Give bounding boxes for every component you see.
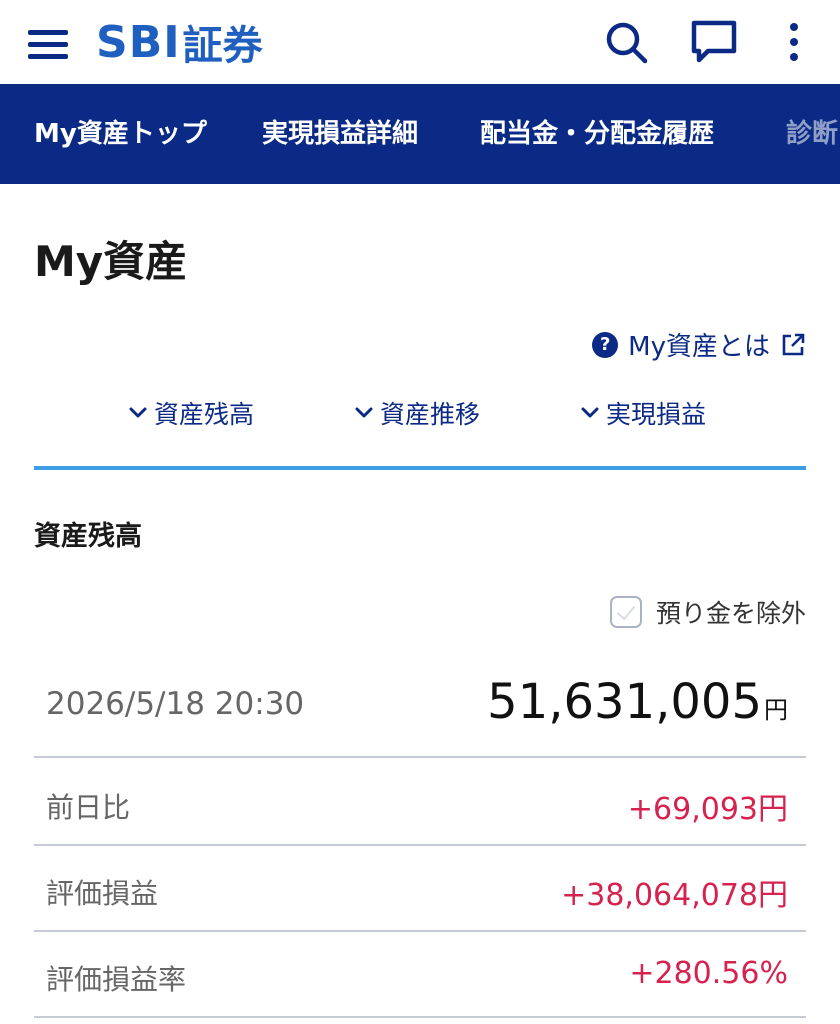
table-row: 評価損益 +38,064,078円 (34, 846, 806, 932)
currency-unit: 円 (764, 696, 788, 724)
chevron-down-icon (129, 407, 147, 418)
total-balance-row: 2026/5/18 20:30 51,631,005 円 (34, 660, 806, 758)
search-icon[interactable] (602, 18, 650, 66)
anchor-trend[interactable]: 資産推移 (354, 388, 480, 438)
chevron-down-icon (355, 407, 373, 418)
tab-diagnosis[interactable]: 診断 (786, 84, 838, 184)
row-value: +38,064,078円 (561, 878, 788, 913)
more-vertical-icon[interactable] (770, 18, 818, 66)
tab-dividend-history[interactable]: 配当金・分配金履歴 (480, 84, 714, 184)
section-divider (34, 466, 806, 470)
page-title: My資産 (34, 237, 188, 286)
app-header: SBI 証券 (0, 0, 840, 84)
anchor-realized-pl[interactable]: 実現損益 (580, 388, 706, 438)
logo-jp: 証券 (182, 23, 263, 69)
exclude-deposit-toggle[interactable]: 預り金を除外 (609, 594, 806, 630)
balance-datetime: 2026/5/18 20:30 (46, 686, 305, 722)
table-row: 評価損益率 +280.56% (34, 932, 806, 1018)
external-link-icon (782, 333, 805, 355)
sbi-logo[interactable]: SBI 証券 (96, 14, 263, 70)
section-title-balance: 資産残高 (34, 521, 142, 552)
help-icon: ? (592, 331, 619, 358)
row-value: +280.56% (629, 956, 788, 991)
row-label: 評価損益率 (46, 963, 187, 996)
anchor-label: 資産推移 (380, 400, 481, 429)
total-balance-value: 51,631,005 (487, 674, 762, 730)
anchor-label: 実現損益 (606, 400, 707, 429)
tab-my-asset-top[interactable]: My資産トップ (34, 84, 207, 184)
table-row: 前日比 +69,093円 (34, 760, 806, 846)
anchor-label: 資産残高 (154, 400, 255, 429)
chevron-down-icon (581, 407, 599, 418)
tab-realized-pl-detail[interactable]: 実現損益詳細 (262, 84, 418, 184)
anchor-balance[interactable]: 資産残高 (128, 388, 254, 438)
row-value: +69,093円 (627, 792, 788, 827)
row-label: 評価損益 (46, 877, 159, 910)
chat-icon[interactable] (690, 18, 738, 66)
anchor-nav: 資産残高 資産推移 実現損益 (0, 388, 840, 438)
row-label: 前日比 (46, 791, 131, 824)
help-link[interactable]: ? My資産とは (592, 326, 806, 363)
logo-latin: SBI (96, 16, 181, 68)
exclude-deposit-checkbox[interactable] (609, 596, 642, 628)
menu-icon[interactable] (28, 26, 68, 62)
exclude-deposit-label: 預り金を除外 (655, 599, 806, 628)
help-link-label: My資産とは (628, 332, 770, 362)
total-balance: 51,631,005 円 (487, 674, 788, 730)
tab-bar: My資産トップ 実現損益詳細 配当金・分配金履歴 診断 (0, 84, 840, 184)
